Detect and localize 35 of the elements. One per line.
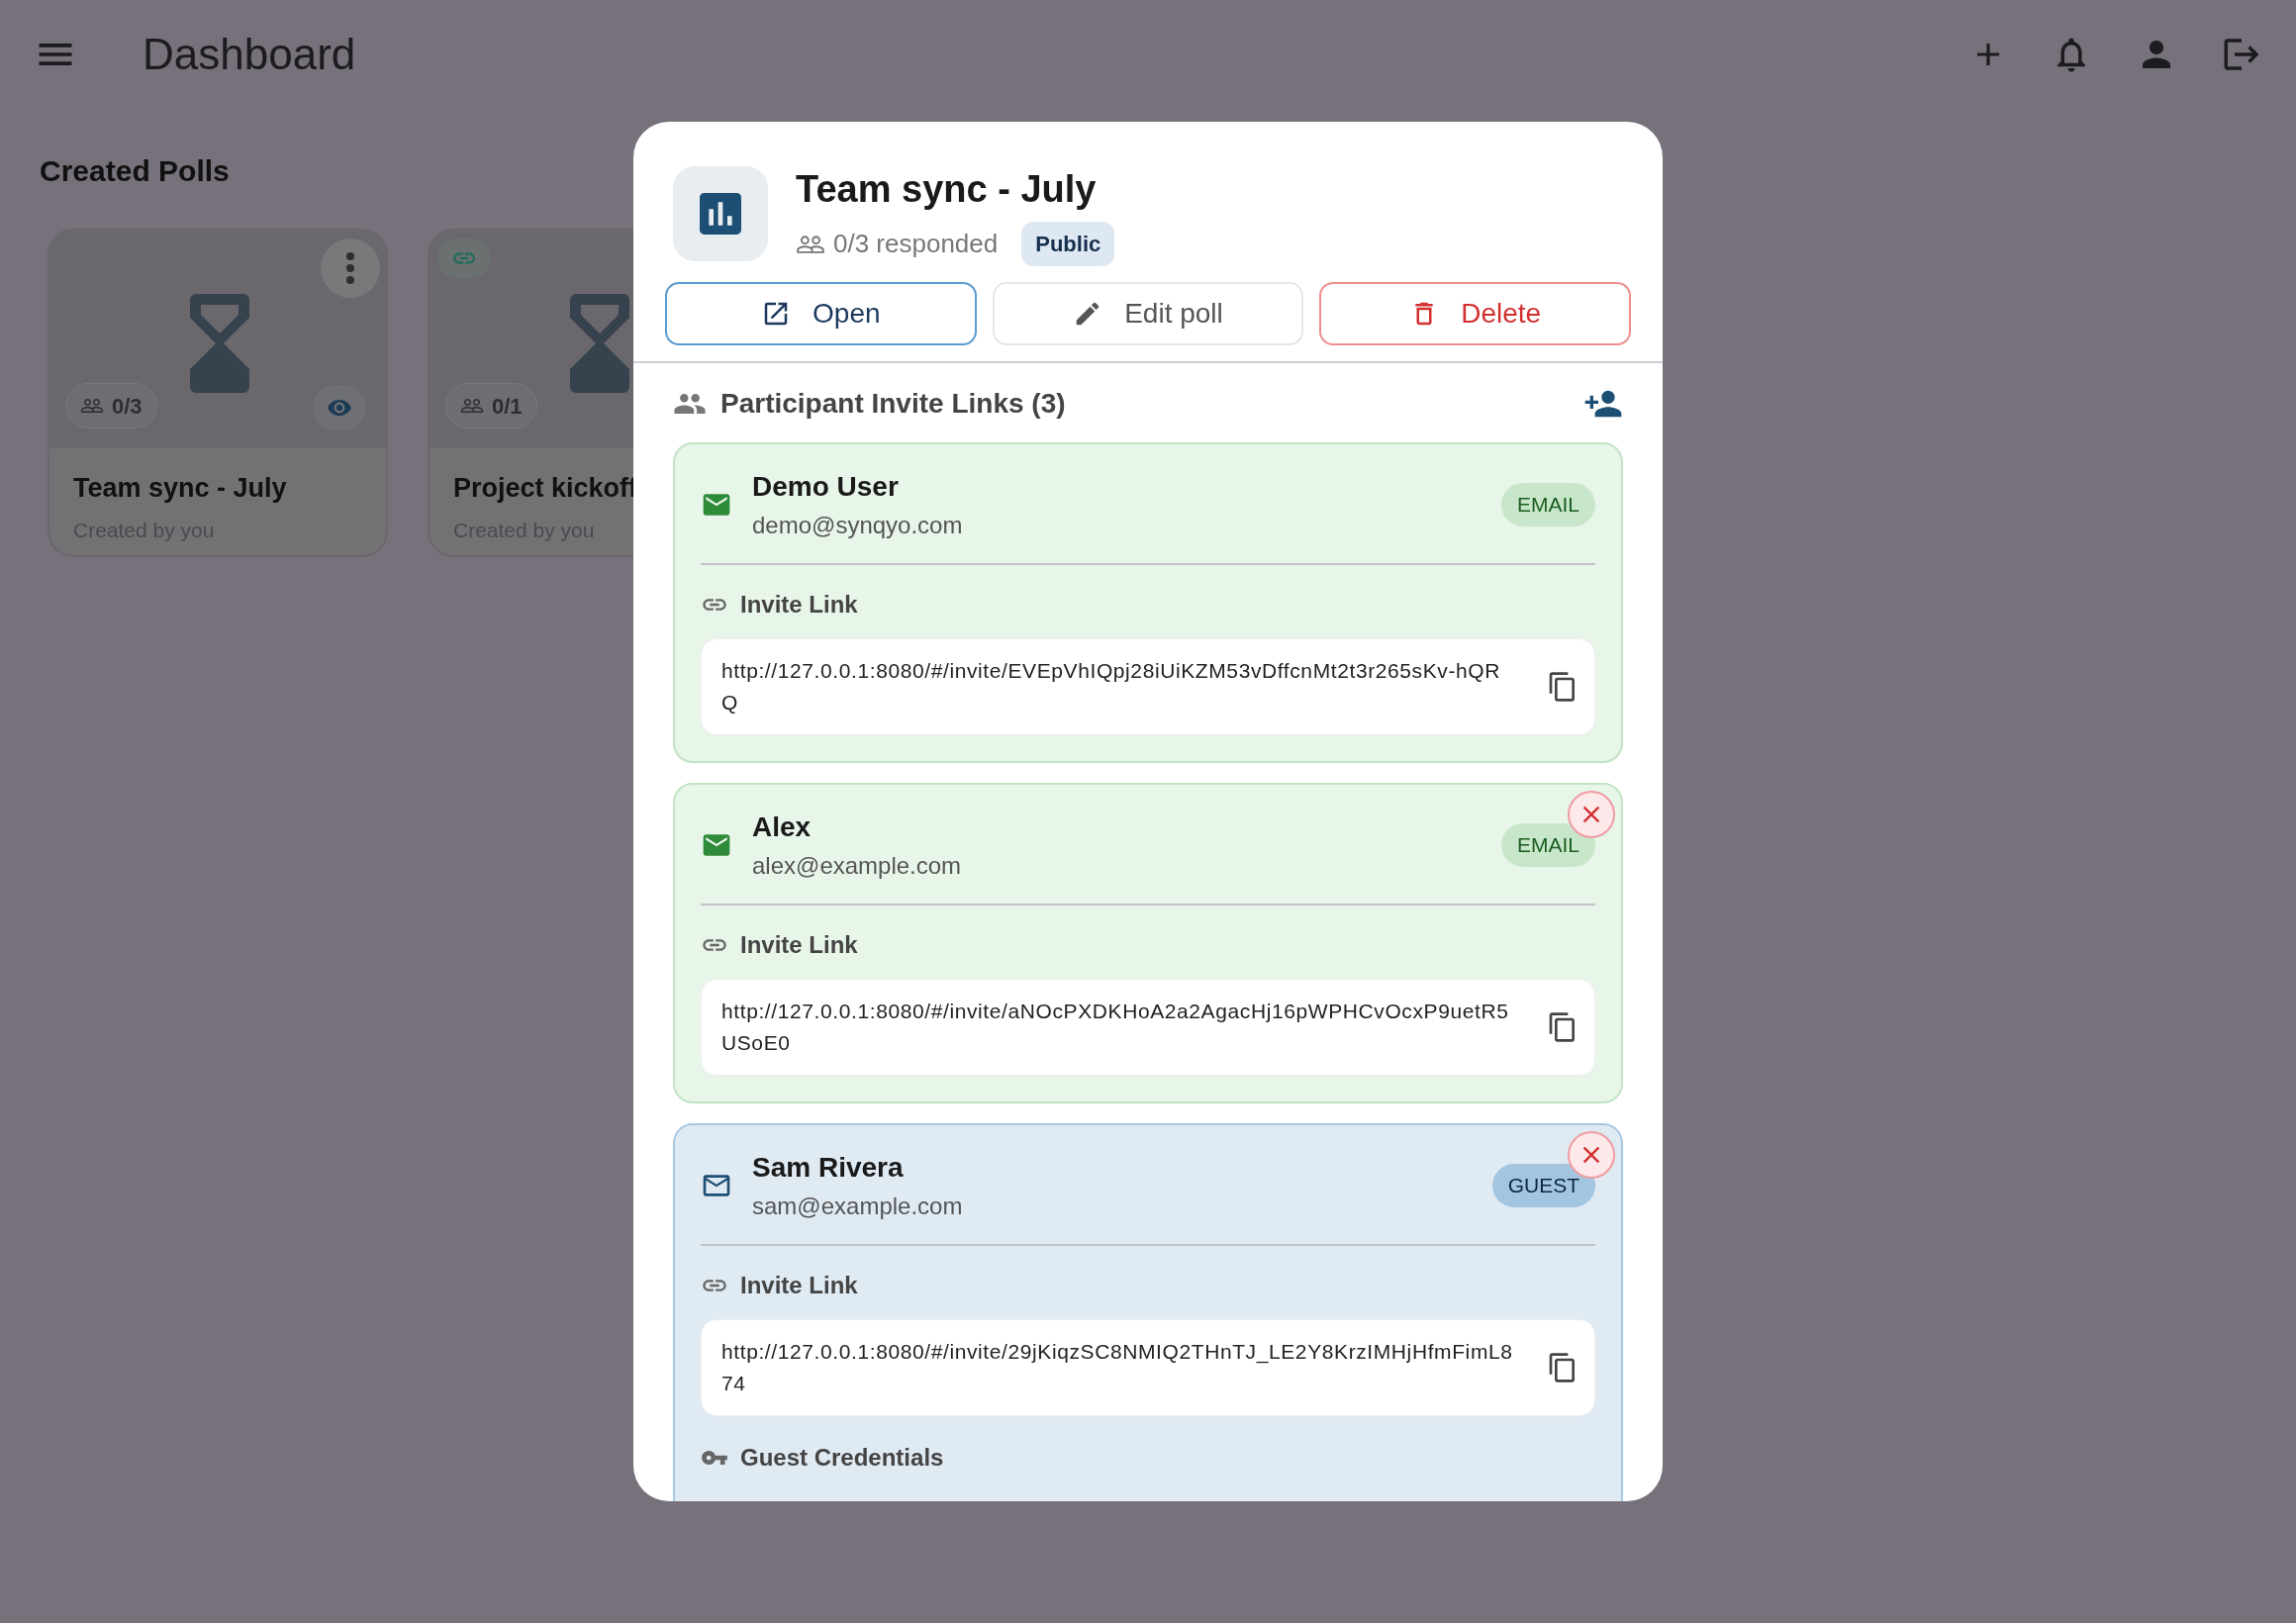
participant-name: Alex [752,811,813,844]
response-count: 0/3 [112,392,143,421]
hourglass-icon [570,294,629,393]
participant-type-badge: EMAIL [1500,483,1595,526]
invite-link-label: Invite Link [740,1271,858,1300]
participant-email: alex@example.com [752,851,963,881]
invite-link: http://127.0.0.1:8080/#/invite/aNOcPXDKHoA2a2AgacHj16pWPHCvOcxP9uetR5USoE0 [721,999,1510,1056]
invite-link-field[interactable]: http://127.0.0.1:8080/#/invite/aNOcPXDKHoA2a2AgacHj16pWPHCvOcxP9uetR5USoE0 [701,979,1595,1076]
invite-link: http://127.0.0.1:8080/#/invite/29jKiqzSC8NMIQ2THnTJ_LE2Y8KrzIMHjHfmFimL874 [721,1339,1513,1396]
open-button[interactable]: Open [665,282,977,345]
response-count: 0/1 [492,392,523,421]
guest-credentials-label: Guest Credentials [740,1443,944,1473]
poll-title: Team sync - July [73,472,287,505]
poll-title: Project kickoff [453,472,638,505]
remove-button[interactable] [1568,1131,1615,1179]
participant-email: sam@example.com [752,1192,964,1221]
section-title: Created Polls [40,154,230,187]
invite-link-field[interactable]: http://127.0.0.1:8080/#/invite/EVEpVhIQpj28iUiKZM53vDffcnMt2t3r265sKv-hQRQ [701,638,1595,735]
participant-name: Sam Rivera [752,1151,905,1185]
dialog-title: Team sync - July [796,167,1098,212]
visibility-badge: Public [1021,222,1115,266]
invite-link-label: Invite Link [740,590,858,620]
more-icon [346,252,354,284]
view-button[interactable] [313,385,366,430]
participant-type-badge: GUEST [1491,1164,1595,1207]
responded-count: 0/3 responded [833,228,999,260]
invite-link: http://127.0.0.1:8080/#/invite/EVEpVhIQpj28iUiKZM53vDffcnMt2t3r265sKv-hQRQ [721,658,1501,716]
hourglass-icon [190,294,249,393]
page-title: Dashboard [143,29,356,80]
edit-button[interactable]: Edit poll [992,282,1304,345]
remove-button[interactable] [1568,791,1615,838]
delete-button[interactable]: Delete [1319,282,1631,345]
invite-link-field[interactable]: http://127.0.0.1:8080/#/invite/29jKiqzSC8NMIQ2THnTJ_LE2Y8KrzIMHjHfmFimL874 [701,1319,1595,1416]
participant-type-badge: EMAIL [1500,823,1595,867]
invite-link-label: Invite Link [740,930,858,960]
